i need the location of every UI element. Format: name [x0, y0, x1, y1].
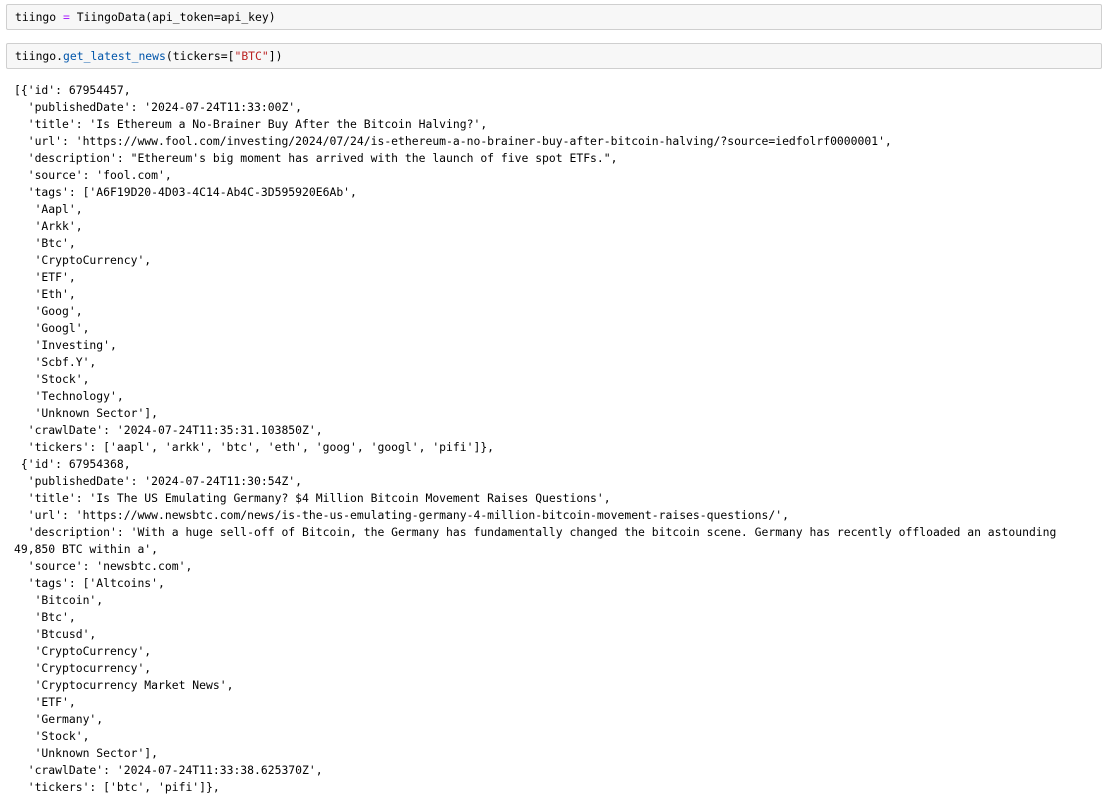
code-token: tiingo	[15, 10, 57, 24]
output-line: 'tickers': ['aapl', 'arkk', 'btc', 'eth'…	[14, 440, 495, 454]
code-token: =	[56, 10, 77, 24]
output-line: 'ETF',	[14, 695, 76, 709]
code-cell-2[interactable]: tiingo.get_latest_news(tickers=["BTC"])	[6, 43, 1102, 69]
code-token: (tickers=[	[165, 49, 235, 63]
output-line: 'publishedDate': '2024-07-24T11:30:54Z',	[14, 474, 303, 488]
output-line: 'tags': ['A6F19D20-4D03-4C14-Ab4C-3D5959…	[14, 185, 357, 199]
output-line: 'Stock',	[14, 372, 90, 386]
output-line: 'Cryptocurrency',	[14, 661, 152, 675]
output-line: 'Unknown Sector'],	[14, 406, 159, 420]
output-line: 'description': 'With a huge sell-off of …	[14, 525, 1057, 539]
output-line: 'description': "Ethereum's big moment ha…	[14, 151, 618, 165]
code-cell-2-source[interactable]: tiingo.get_latest_news(tickers=["BTC"])	[15, 44, 282, 69]
code-token: "BTC"	[234, 49, 269, 63]
output-line: 'Goog',	[14, 304, 83, 318]
output-line: 'Investing',	[14, 338, 117, 352]
output-line: 'publishedDate': '2024-07-24T11:33:00Z',	[14, 100, 303, 114]
output-line: 'Unknown Sector'],	[14, 746, 159, 760]
cell-output: [{'id': 67954457, 'publishedDate': '2024…	[14, 82, 1104, 796]
output-line: 'Googl',	[14, 321, 90, 335]
output-line: 'url': 'https://www.fool.com/investing/2…	[14, 134, 892, 148]
output-line: 'Aapl',	[14, 202, 83, 216]
code-token: ])	[268, 49, 283, 63]
output-line: 'Germany',	[14, 712, 104, 726]
code-token: TiingoData(api_token=api_key)	[76, 10, 276, 24]
code-cell-1-source[interactable]: tiingo = TiingoData(api_token=api_key)	[15, 5, 276, 30]
output-line: 'tags': ['Altcoins',	[14, 576, 165, 590]
output-line: 'Stock',	[14, 729, 90, 743]
output-line: 'Bitcoin',	[14, 593, 104, 607]
output-line: 'tickers': ['btc', 'pifi']},	[14, 780, 220, 794]
output-line: 'Btc',	[14, 236, 76, 250]
output-line: [{'id': 67954457,	[14, 83, 131, 97]
output-line: 'Cryptocurrency Market News',	[14, 678, 234, 692]
output-line: {'id': 67954368,	[14, 457, 131, 471]
code-token: get_latest_news	[63, 49, 166, 63]
output-line: 'ETF',	[14, 270, 76, 284]
output-line: 'source': 'newsbtc.com',	[14, 559, 193, 573]
output-line: 'url': 'https://www.newsbtc.com/news/is-…	[14, 508, 789, 522]
output-line: 'CryptoCurrency',	[14, 644, 152, 658]
output-line: 'crawlDate': '2024-07-24T11:33:38.625370…	[14, 763, 323, 777]
output-line: 49,850 BTC within a',	[14, 542, 159, 556]
output-line: 'Arkk',	[14, 219, 83, 233]
output-line: 'source': 'fool.com',	[14, 168, 172, 182]
output-line: 'crawlDate': '2024-07-24T11:35:31.103850…	[14, 423, 323, 437]
code-cell-1[interactable]: tiingo = TiingoData(api_token=api_key)	[6, 4, 1102, 30]
output-line: 'title': 'Is The US Emulating Germany? $…	[14, 491, 611, 505]
output-line: 'Btcusd',	[14, 627, 97, 641]
output-line: 'Btc',	[14, 610, 76, 624]
output-line: 'title': 'Is Ethereum a No-Brainer Buy A…	[14, 117, 488, 131]
output-line: 'Scbf.Y',	[14, 355, 97, 369]
output-line: 'Technology',	[14, 389, 124, 403]
output-line: 'Eth',	[14, 287, 76, 301]
output-line: 'CryptoCurrency',	[14, 253, 152, 267]
code-token: tiingo.	[15, 49, 64, 63]
